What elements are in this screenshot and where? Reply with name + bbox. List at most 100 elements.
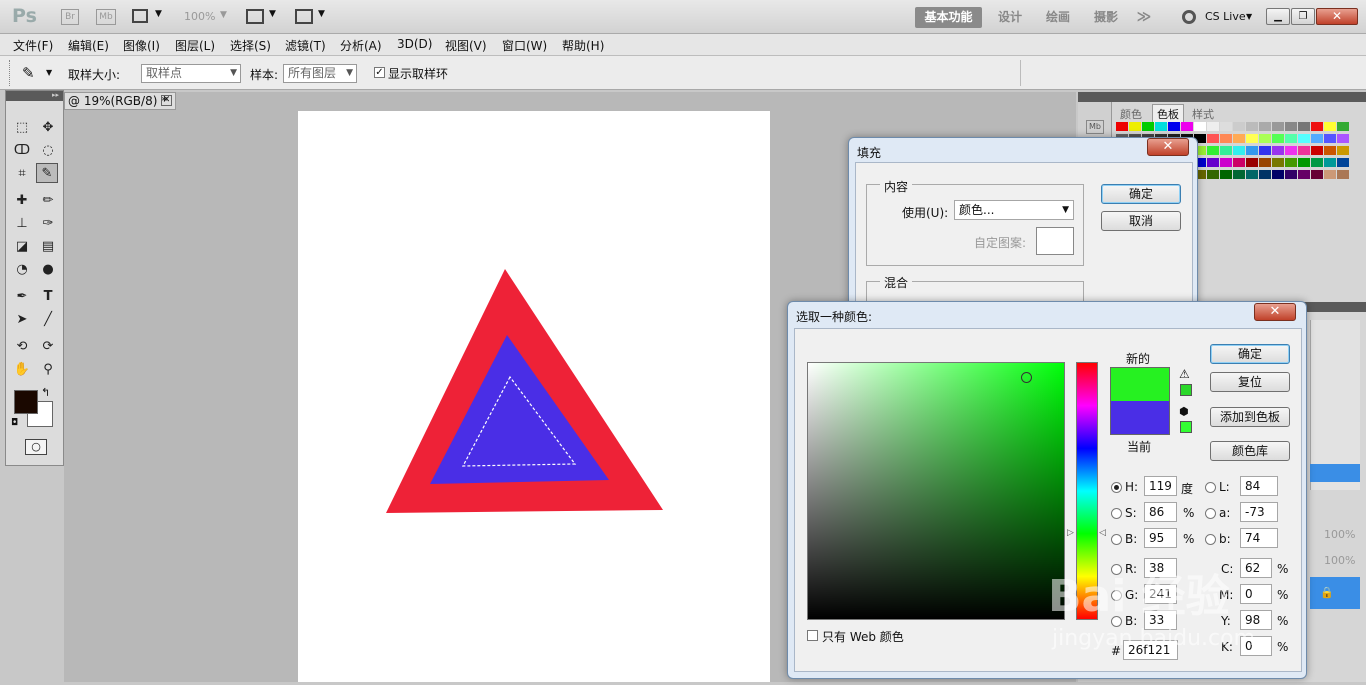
swatch-cell[interactable] — [1337, 170, 1349, 179]
pattern-picker[interactable] — [1036, 227, 1074, 255]
menu-file[interactable]: 文件(F) — [13, 37, 53, 54]
restore-button[interactable]: ❐ — [1291, 8, 1315, 25]
zoom-tool-icon[interactable]: ⚲ — [37, 360, 59, 380]
swatch-cell[interactable] — [1233, 122, 1245, 131]
chevron-down-icon[interactable]: ▼ — [1246, 12, 1252, 21]
cs-live-menu[interactable]: CS Live — [1205, 10, 1246, 23]
swatch-cell[interactable] — [1246, 146, 1258, 155]
line-tool-icon[interactable]: ╱ — [37, 310, 59, 330]
dodge-tool-icon[interactable]: ● — [37, 260, 59, 280]
screen-mode-icon[interactable] — [295, 9, 313, 24]
swatch-cell[interactable] — [1259, 122, 1271, 131]
menu-view[interactable]: 视图(V) — [445, 37, 487, 54]
swatch-cell[interactable] — [1298, 158, 1310, 167]
swatch-cell[interactable] — [1337, 158, 1349, 167]
swatch-cell[interactable] — [1181, 122, 1193, 131]
menu-help[interactable]: 帮助(H) — [562, 37, 604, 54]
hand-tool-icon[interactable]: ✋ — [11, 360, 33, 380]
add-to-swatches-button[interactable]: 添加到色板 — [1210, 407, 1290, 427]
swatch-cell[interactable] — [1324, 158, 1336, 167]
swatch-cell[interactable] — [1259, 146, 1271, 155]
swatch-cell[interactable] — [1220, 122, 1232, 131]
lab-b-field[interactable]: 74 — [1240, 528, 1278, 548]
menu-edit[interactable]: 编辑(E) — [68, 37, 109, 54]
sample-select[interactable]: 所有图层 ▼ — [283, 64, 357, 83]
lasso-tool-icon[interactable]: ↀ — [11, 141, 33, 161]
swatch-cell[interactable] — [1233, 170, 1245, 179]
chevron-down-icon[interactable]: ▼ — [318, 9, 325, 19]
gradient-tool-icon[interactable]: ▤ — [37, 237, 59, 257]
blur-tool-icon[interactable]: ◔ — [11, 260, 33, 280]
m-field[interactable]: 0 — [1240, 584, 1272, 604]
hue-slider-right-arrow[interactable]: ◁ — [1099, 528, 1106, 538]
quick-select-icon[interactable]: ◌ — [37, 141, 59, 161]
swatch-cell[interactable] — [1285, 170, 1297, 179]
swap-colors-icon[interactable]: ↰ — [41, 386, 50, 399]
chevron-down-icon[interactable]: ▼ — [155, 9, 162, 19]
swatch-cell[interactable] — [1220, 146, 1232, 155]
tab-swatches[interactable]: 色板 — [1152, 104, 1184, 123]
swatch-cell[interactable] — [1337, 122, 1349, 131]
close-app-button[interactable]: ✕ — [1316, 8, 1358, 25]
swatch-cell[interactable] — [1116, 122, 1128, 131]
workspace-more[interactable]: ≫ — [1134, 7, 1154, 28]
swatch-cell[interactable] — [1337, 146, 1349, 155]
color-libraries-button[interactable]: 颜色库 — [1210, 441, 1290, 461]
out-of-gamut-warning-icon[interactable]: ⚠ — [1179, 367, 1190, 381]
swatch-cell[interactable] — [1311, 170, 1323, 179]
menu-window[interactable]: 窗口(W) — [502, 37, 547, 54]
chevron-down-icon[interactable]: ▼ — [269, 9, 276, 19]
mini-bridge-button[interactable]: Mb — [96, 9, 116, 25]
marquee-tool-icon[interactable]: ⬚ — [11, 118, 33, 138]
close-tab-icon[interactable]: ✕ — [161, 95, 172, 106]
swatch-cell[interactable] — [1285, 134, 1297, 143]
swatch-cell[interactable] — [1298, 146, 1310, 155]
minimize-button[interactable]: ▁ — [1266, 8, 1290, 25]
layer-background[interactable] — [1310, 577, 1360, 609]
swatch-cell[interactable] — [1233, 134, 1245, 143]
swatch-cell[interactable] — [1285, 146, 1297, 155]
h-radio[interactable] — [1111, 482, 1122, 493]
a-radio[interactable] — [1205, 508, 1216, 519]
quick-mask-icon[interactable]: ○ — [25, 439, 47, 455]
menu-image[interactable]: 图像(I) — [123, 37, 160, 54]
layer-row-selected[interactable] — [1310, 464, 1360, 482]
zoom-dropdown-icon[interactable]: ▼ — [220, 10, 227, 20]
sample-size-select[interactable]: 取样点 ▼ — [141, 64, 241, 83]
show-ring-checkbox[interactable]: ✓ — [374, 67, 385, 78]
document-tab[interactable]: @ 19%(RGB/8) * ✕ — [64, 92, 176, 110]
swatch-cell[interactable] — [1194, 122, 1206, 131]
swatch-cell[interactable] — [1298, 134, 1310, 143]
b-field[interactable]: 95 — [1144, 528, 1177, 548]
swatch-cell[interactable] — [1272, 170, 1284, 179]
l-field[interactable]: 84 — [1240, 476, 1278, 496]
swatch-cell[interactable] — [1324, 134, 1336, 143]
tab-styles[interactable]: 样式 — [1188, 106, 1218, 122]
toolbox-header[interactable]: ▸▸ — [6, 91, 63, 101]
workspace-painting[interactable]: 绘画 — [1040, 7, 1076, 28]
swatch-cell[interactable] — [1207, 146, 1219, 155]
only-web-checkbox[interactable] — [807, 630, 818, 641]
brush-tool-icon[interactable]: ✏ — [37, 191, 59, 211]
default-colors-icon[interactable]: ◘ — [11, 418, 18, 428]
fill-cancel-button[interactable]: 取消 — [1101, 211, 1181, 231]
swatch-cell[interactable] — [1272, 122, 1284, 131]
swatch-cell[interactable] — [1298, 170, 1310, 179]
swatch-cell[interactable] — [1246, 170, 1258, 179]
swatch-cell[interactable] — [1272, 158, 1284, 167]
hue-slider-left-arrow[interactable]: ▷ — [1067, 528, 1074, 538]
color-picker-close-button[interactable]: ✕ — [1254, 303, 1296, 321]
swatch-cell[interactable] — [1259, 170, 1271, 179]
foreground-color-swatch[interactable] — [14, 390, 38, 414]
swatch-cell[interactable] — [1324, 146, 1336, 155]
history-brush-icon[interactable]: ✑ — [37, 214, 59, 234]
gamut-color-swatch[interactable] — [1180, 384, 1192, 396]
eyedropper-tool-icon[interactable]: ✎ — [36, 163, 58, 183]
menu-3d[interactable]: 3D(D) — [397, 37, 432, 51]
swatch-cell[interactable] — [1207, 170, 1219, 179]
bridge-button[interactable]: Br — [61, 9, 79, 25]
swatch-cell[interactable] — [1272, 146, 1284, 155]
swatch-cell[interactable] — [1311, 158, 1323, 167]
swatch-cell[interactable] — [1324, 122, 1336, 131]
menu-layer[interactable]: 图层(L) — [175, 37, 215, 54]
